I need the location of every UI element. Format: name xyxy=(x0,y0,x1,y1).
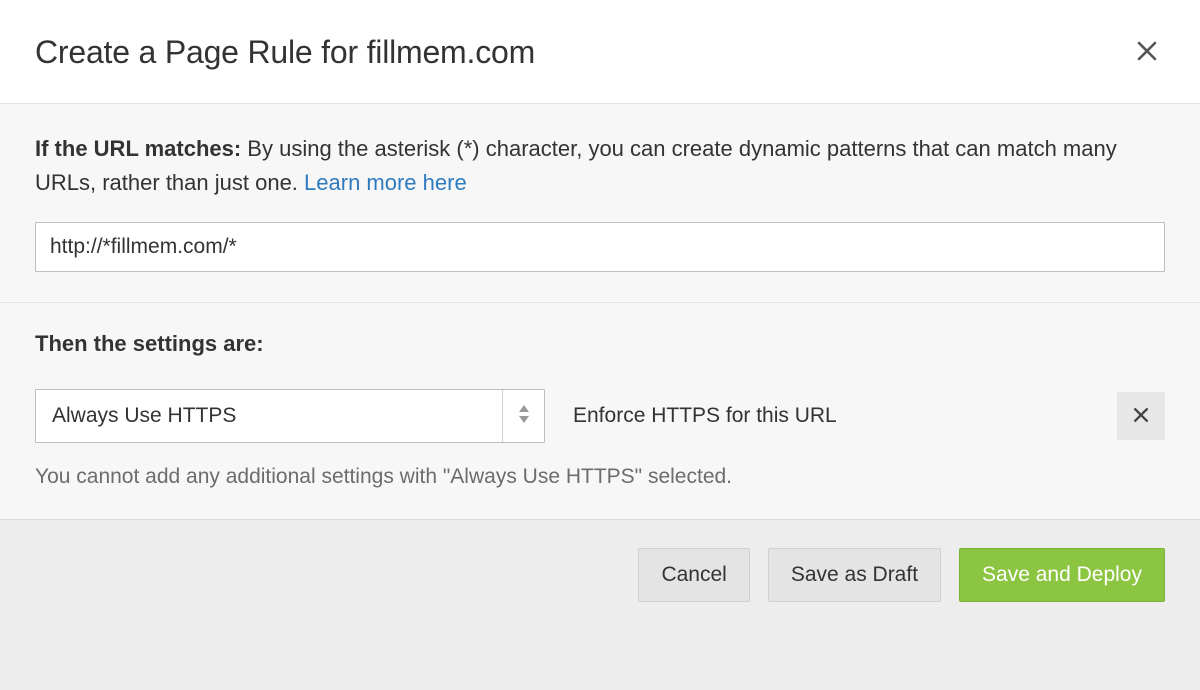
cancel-button[interactable]: Cancel xyxy=(638,548,749,602)
page-rule-modal: Create a Page Rule for fillmem.com If th… xyxy=(0,0,1200,690)
settings-row: Always Use HTTPS Enforce HTTPS for this … xyxy=(35,389,1165,443)
modal-header: Create a Page Rule for fillmem.com xyxy=(0,0,1200,103)
settings-section: Then the settings are: Always Use HTTPS … xyxy=(0,302,1200,519)
settings-note: You cannot add any additional settings w… xyxy=(35,465,1165,489)
save-and-deploy-button[interactable]: Save and Deploy xyxy=(959,548,1165,602)
settings-heading: Then the settings are: xyxy=(35,331,1165,357)
remove-setting-button[interactable] xyxy=(1117,392,1165,440)
close-icon xyxy=(1135,39,1159,66)
modal-footer: Cancel Save as Draft Save and Deploy xyxy=(0,519,1200,690)
setting-select-value: Always Use HTTPS xyxy=(36,390,502,442)
learn-more-link[interactable]: Learn more here xyxy=(304,170,467,195)
close-button[interactable] xyxy=(1129,35,1165,71)
setting-select[interactable]: Always Use HTTPS xyxy=(35,389,545,443)
url-match-label: If the URL matches: xyxy=(35,136,241,161)
select-stepper[interactable] xyxy=(502,390,544,442)
url-match-section: If the URL matches: By using the asteris… xyxy=(0,103,1200,302)
x-icon xyxy=(1131,405,1151,428)
stepper-icon xyxy=(517,403,531,430)
setting-description: Enforce HTTPS for this URL xyxy=(573,404,1089,428)
url-match-instructions: If the URL matches: By using the asteris… xyxy=(35,132,1165,200)
url-pattern-input[interactable] xyxy=(35,222,1165,272)
save-as-draft-button[interactable]: Save as Draft xyxy=(768,548,941,602)
modal-title: Create a Page Rule for fillmem.com xyxy=(35,34,535,71)
